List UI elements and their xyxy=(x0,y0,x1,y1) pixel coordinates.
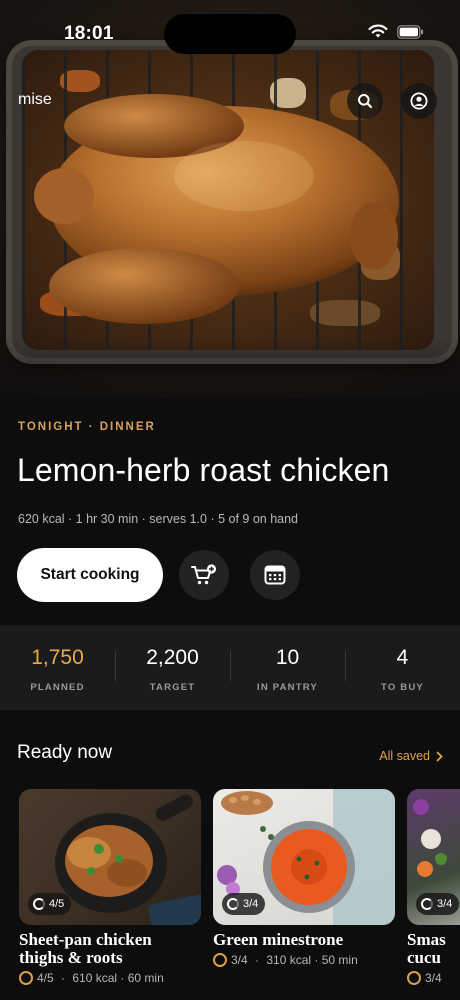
recipe-card-image: 3/4 xyxy=(213,789,395,925)
app-brand[interactable]: mise xyxy=(18,91,52,109)
wifi-icon xyxy=(368,24,388,38)
recipe-card-image: 4/5 xyxy=(19,789,201,925)
recipe-card-title: Smas cucu xyxy=(407,930,446,967)
search-button[interactable] xyxy=(347,83,383,119)
progress-ring-icon xyxy=(407,971,421,985)
stat-to-buy[interactable]: 4 TO BUY xyxy=(345,625,460,710)
stat-label: IN PANTRY xyxy=(257,682,318,693)
hero-image xyxy=(0,0,460,398)
stat-value: 10 xyxy=(275,646,300,669)
progress-ring-icon xyxy=(33,898,45,910)
stat-planned[interactable]: 1,750 PLANNED xyxy=(0,625,115,710)
ingredient-progress-badge: 3/4 xyxy=(222,893,266,915)
calendar-icon xyxy=(264,565,286,585)
recipe-card-title: Green minestrone xyxy=(213,930,344,949)
stat-value: 2,200 xyxy=(146,646,199,669)
calorie-stats: 1,750 PLANNED 2,200 TARGET 10 IN PANTRY … xyxy=(0,625,460,710)
recipe-title[interactable]: Lemon-herb roast chicken xyxy=(17,452,389,489)
user-circle-icon xyxy=(410,92,428,110)
ingredient-progress-badge: 4/5 xyxy=(28,893,72,915)
dynamic-island xyxy=(164,14,296,54)
recipe-card-meta: 4/5 · 610 kcal · 60 min xyxy=(19,971,201,985)
recipe-card-meta: 3/4 · 310 kcal · 50 min xyxy=(213,953,395,967)
recipe-card-title: Sheet-pan chicken thighs & roots xyxy=(19,930,152,967)
all-saved-link[interactable]: All saved xyxy=(379,749,443,763)
progress-ring-icon xyxy=(213,953,227,967)
recipe-card[interactable]: 3/4 Smas cucu 3/4 xyxy=(407,789,460,985)
roast-chicken-illustration xyxy=(34,94,399,324)
all-saved-label: All saved xyxy=(379,749,430,763)
stat-value: 1,750 xyxy=(31,646,84,669)
ingredient-progress-badge: 3/4 xyxy=(416,893,460,915)
stat-label: TARGET xyxy=(149,682,196,693)
stat-in-pantry[interactable]: 10 IN PANTRY xyxy=(230,625,345,710)
recipe-card-image: 3/4 xyxy=(407,789,460,925)
meal-kicker: TONIGHT · DINNER xyxy=(18,421,156,433)
chevron-right-icon xyxy=(436,751,443,761)
status-icons xyxy=(368,24,424,39)
search-icon xyxy=(358,94,373,109)
start-cooking-button[interactable]: Start cooking xyxy=(17,548,163,602)
section-title-ready-now: Ready now xyxy=(17,742,113,763)
schedule-button[interactable] xyxy=(250,550,300,600)
battery-icon xyxy=(397,24,423,39)
stat-value: 4 xyxy=(396,646,409,669)
stat-label: TO BUY xyxy=(381,682,424,693)
progress-ring-icon xyxy=(19,971,33,985)
progress-ring-icon xyxy=(421,898,433,910)
recipe-card-meta: 3/4 xyxy=(407,971,460,985)
stat-target[interactable]: 2,200 TARGET xyxy=(115,625,230,710)
cart-plus-icon xyxy=(191,564,217,585)
stat-label: PLANNED xyxy=(30,682,85,693)
profile-button[interactable] xyxy=(401,83,437,119)
status-time: 18:01 xyxy=(64,23,114,44)
add-to-cart-button[interactable] xyxy=(179,550,229,600)
recipe-card[interactable]: 3/4 Green minestrone 3/4 · 310 kcal · 50… xyxy=(213,789,395,967)
recipe-card[interactable]: 4/5 Sheet-pan chicken thighs & roots 4/5… xyxy=(19,789,201,985)
recipe-meta: 620 kcal · 1 hr 30 min · serves 1.0 · 5 … xyxy=(18,512,299,526)
progress-ring-icon xyxy=(227,898,239,910)
